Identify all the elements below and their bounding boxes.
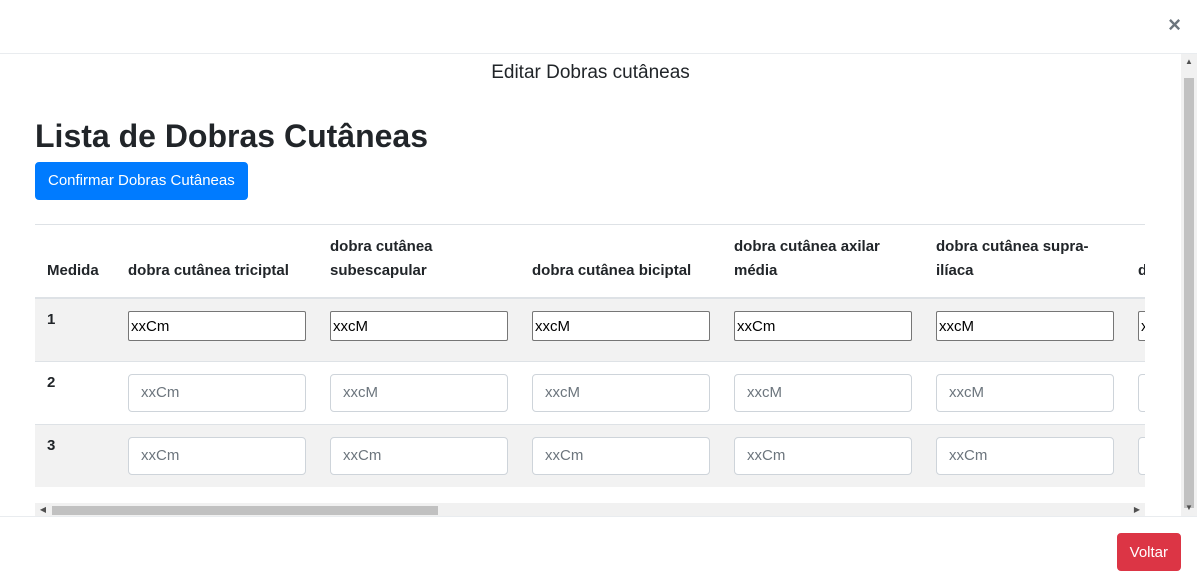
- table-cell: [1126, 423, 1145, 487]
- header-truncated: d: [1126, 225, 1145, 299]
- confirm-button[interactable]: Confirmar Dobras Cutâneas: [35, 162, 248, 200]
- arrow-right-icon[interactable]: ▶: [1129, 503, 1145, 516]
- table-cell: [116, 297, 318, 361]
- header-supra-iliaca: dobra cutânea supra-ilíaca: [924, 225, 1126, 299]
- table-cell: [318, 360, 520, 424]
- row-label: 3: [35, 423, 116, 487]
- row-label: 2: [35, 360, 116, 424]
- skinfold-input[interactable]: [128, 436, 306, 475]
- modal-header: ×: [0, 0, 1197, 54]
- scrollbar-thumb[interactable]: [1184, 78, 1194, 508]
- header-medida: Medida: [35, 225, 116, 299]
- skinfold-input[interactable]: [936, 311, 1114, 341]
- skinfold-input[interactable]: [330, 373, 508, 412]
- table-cell: [520, 423, 722, 487]
- skinfold-input[interactable]: [532, 373, 710, 412]
- scrollbar-thumb[interactable]: [52, 506, 438, 515]
- skinfold-input[interactable]: [734, 436, 912, 475]
- row-label: 1: [35, 297, 116, 361]
- skinfold-input[interactable]: [128, 373, 306, 412]
- table-cell: [924, 297, 1126, 361]
- modal-body: Editar Dobras cutâneas Lista de Dobras C…: [0, 54, 1181, 516]
- modal-subtitle: Editar Dobras cutâneas: [491, 62, 690, 83]
- table-cell: [520, 360, 722, 424]
- table-cell: [924, 360, 1126, 424]
- back-button[interactable]: Voltar: [1116, 533, 1181, 571]
- table-cell: [116, 423, 318, 487]
- header-triciptal: dobra cutânea triciptal: [116, 225, 318, 299]
- horizontal-scrollbar[interactable]: ◀ ▶: [35, 503, 1145, 516]
- table-cell: [116, 360, 318, 424]
- skinfold-input[interactable]: [330, 311, 508, 341]
- arrow-left-icon[interactable]: ◀: [35, 503, 51, 516]
- table-row: 1: [35, 297, 1145, 361]
- skinfold-input[interactable]: [936, 373, 1114, 412]
- table-cell: [318, 297, 520, 361]
- header-axilar-media: dobra cutânea axilar média: [722, 225, 924, 299]
- table-cell: [1126, 360, 1145, 424]
- skinfold-input[interactable]: [330, 436, 508, 475]
- arrow-down-icon[interactable]: ▼: [1181, 500, 1197, 516]
- skinfold-input[interactable]: [1138, 436, 1145, 475]
- skinfold-input[interactable]: [734, 373, 912, 412]
- table-row: 3: [35, 423, 1145, 487]
- skinfold-input[interactable]: [1138, 373, 1145, 412]
- table-cell: [722, 360, 924, 424]
- skinfold-input[interactable]: [734, 311, 912, 341]
- close-icon[interactable]: ×: [1168, 14, 1181, 36]
- skinfold-input[interactable]: [936, 436, 1114, 475]
- table-header-row: Medida dobra cutânea triciptal dobra cut…: [35, 225, 1145, 299]
- skinfold-input[interactable]: [128, 311, 306, 341]
- arrow-up-icon[interactable]: ▲: [1181, 54, 1197, 70]
- header-subescapular: dobra cutânea subescapular: [318, 225, 520, 299]
- table-row: 2: [35, 360, 1145, 424]
- skinfold-input[interactable]: [532, 311, 710, 341]
- header-biciptal: dobra cutânea biciptal: [520, 225, 722, 299]
- table-cell: [1126, 297, 1145, 361]
- table-cell: [722, 297, 924, 361]
- table-cell: [722, 423, 924, 487]
- vertical-scrollbar[interactable]: ▲ ▼: [1181, 54, 1197, 516]
- skinfold-input[interactable]: [1138, 311, 1145, 341]
- page-title: Lista de Dobras Cutâneas: [35, 118, 428, 154]
- table-container[interactable]: Medida dobra cutânea triciptal dobra cut…: [35, 225, 1145, 487]
- modal-footer: Voltar: [0, 516, 1197, 583]
- table-cell: [318, 423, 520, 487]
- table-cell: [924, 423, 1126, 487]
- skinfold-input[interactable]: [532, 436, 710, 475]
- skinfold-table: Medida dobra cutânea triciptal dobra cut…: [35, 225, 1145, 487]
- table-cell: [520, 297, 722, 361]
